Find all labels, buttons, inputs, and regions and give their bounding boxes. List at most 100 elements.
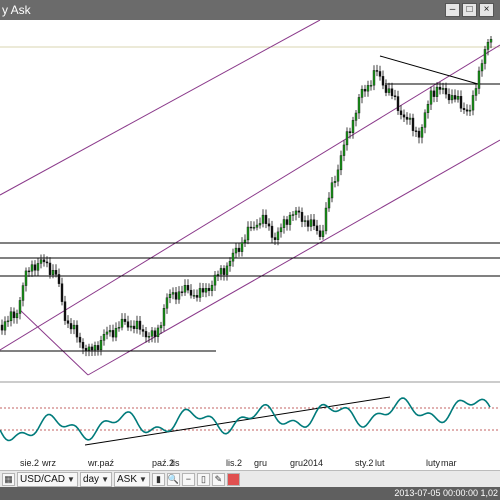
candle-body [252, 227, 256, 229]
candle-body [438, 86, 442, 90]
candle-body [66, 320, 70, 324]
candle-body [450, 95, 454, 101]
drawing-icon[interactable]: ✎ [211, 473, 225, 486]
candle-body [309, 219, 313, 227]
candle-body [390, 88, 394, 96]
candle-body [336, 169, 340, 182]
candle-body [123, 318, 127, 322]
price-type-select[interactable]: ASK ▼ [113, 472, 150, 487]
candles-icon[interactable]: ▯ [196, 473, 210, 486]
candle-body [165, 297, 169, 309]
candle-body [348, 131, 352, 133]
candle-body [51, 270, 55, 275]
candle-body [36, 263, 40, 271]
candle-body [333, 181, 337, 183]
candle-body [444, 88, 448, 95]
candle-body [249, 226, 253, 229]
candle-body [423, 112, 427, 128]
candle-body [72, 324, 76, 330]
candle-body [294, 210, 298, 215]
candle-body [456, 96, 460, 100]
candle-body [9, 311, 13, 322]
bar-chart-icon[interactable]: ▮ [151, 473, 165, 486]
candle-body [486, 41, 490, 50]
candle-body [378, 71, 382, 77]
candle-body [150, 330, 154, 337]
candle-body [210, 284, 214, 291]
candle-body [198, 288, 202, 298]
grid-icon[interactable]: ▦ [2, 473, 15, 486]
candle-body [414, 130, 418, 132]
candle-body [108, 330, 112, 333]
candle-body [366, 85, 370, 92]
candle-body [369, 84, 373, 87]
symbol-select[interactable]: USD/CAD ▼ [17, 472, 78, 487]
candle-body [453, 95, 457, 100]
candle-body [435, 86, 439, 97]
zoom-in-icon[interactable]: 🔍 [166, 473, 180, 486]
close-button[interactable]: × [479, 3, 494, 17]
candle-body [54, 270, 58, 275]
chevron-down-icon: ▼ [67, 475, 75, 484]
candle-body [240, 242, 244, 252]
candle-body [33, 264, 37, 271]
price-chart[interactable] [0, 20, 500, 470]
candle-body [111, 330, 115, 338]
period-select[interactable]: day ▼ [79, 472, 112, 487]
date-label: wrz [42, 458, 56, 468]
chart-toolbar: ▦ USD/CAD ▼ day ▼ ASK ▼ ▮ 🔍 − ▯ ✎ [0, 470, 500, 488]
candle-body [243, 239, 247, 243]
candle-body [411, 117, 415, 131]
candle-body [393, 95, 397, 97]
date-axis: sie.2 wrz wr.paź paź.2 lis lis.2 gru gru… [0, 458, 500, 470]
candle-body [357, 97, 361, 114]
candle-body [345, 131, 349, 146]
candle-body [489, 39, 493, 43]
candle-body [441, 88, 445, 90]
restore-button[interactable]: □ [462, 3, 477, 17]
candle-body [27, 270, 31, 273]
candle-body [159, 325, 163, 329]
candle-body [273, 237, 277, 240]
candle-body [90, 346, 94, 351]
period-value: day [82, 474, 100, 485]
minimize-button[interactable]: – [445, 3, 460, 17]
candle-body [96, 345, 100, 351]
candle-body [225, 265, 229, 275]
date-label: lut [375, 458, 385, 468]
candle-body [132, 325, 136, 329]
window-title-bar: y Ask – □ × [0, 0, 500, 20]
date-label: sie.2 [20, 458, 40, 468]
zoom-out-icon[interactable]: − [181, 473, 195, 486]
candle-body [429, 90, 433, 105]
candle-body [24, 270, 28, 286]
candle-body [171, 292, 175, 295]
candle-body [261, 214, 265, 224]
candle-body [99, 340, 103, 351]
candle-body [87, 346, 91, 351]
candle-body [432, 90, 436, 97]
candle-body [3, 321, 7, 331]
candle-body [474, 88, 478, 96]
candle-body [342, 144, 346, 156]
candle-body [381, 76, 385, 86]
candle-body [129, 325, 133, 328]
status-text: 2013-07-05 00:00:00 1,02 [394, 488, 498, 498]
candle-body [177, 291, 181, 300]
candle-body [300, 212, 304, 222]
candle-body [144, 331, 148, 338]
candle-body [48, 262, 52, 275]
candle-body [102, 334, 106, 341]
candle-body [270, 225, 274, 238]
candle-body [426, 104, 430, 113]
candle-body [183, 285, 187, 293]
color-icon[interactable] [226, 473, 240, 486]
candle-body [447, 93, 451, 101]
candle-body [0, 324, 4, 331]
candle-body [405, 116, 409, 120]
candle-body [420, 127, 424, 138]
candle-body [330, 182, 334, 199]
candle-body [6, 320, 10, 323]
candle-body [42, 259, 46, 263]
window-title: y Ask [2, 3, 31, 17]
